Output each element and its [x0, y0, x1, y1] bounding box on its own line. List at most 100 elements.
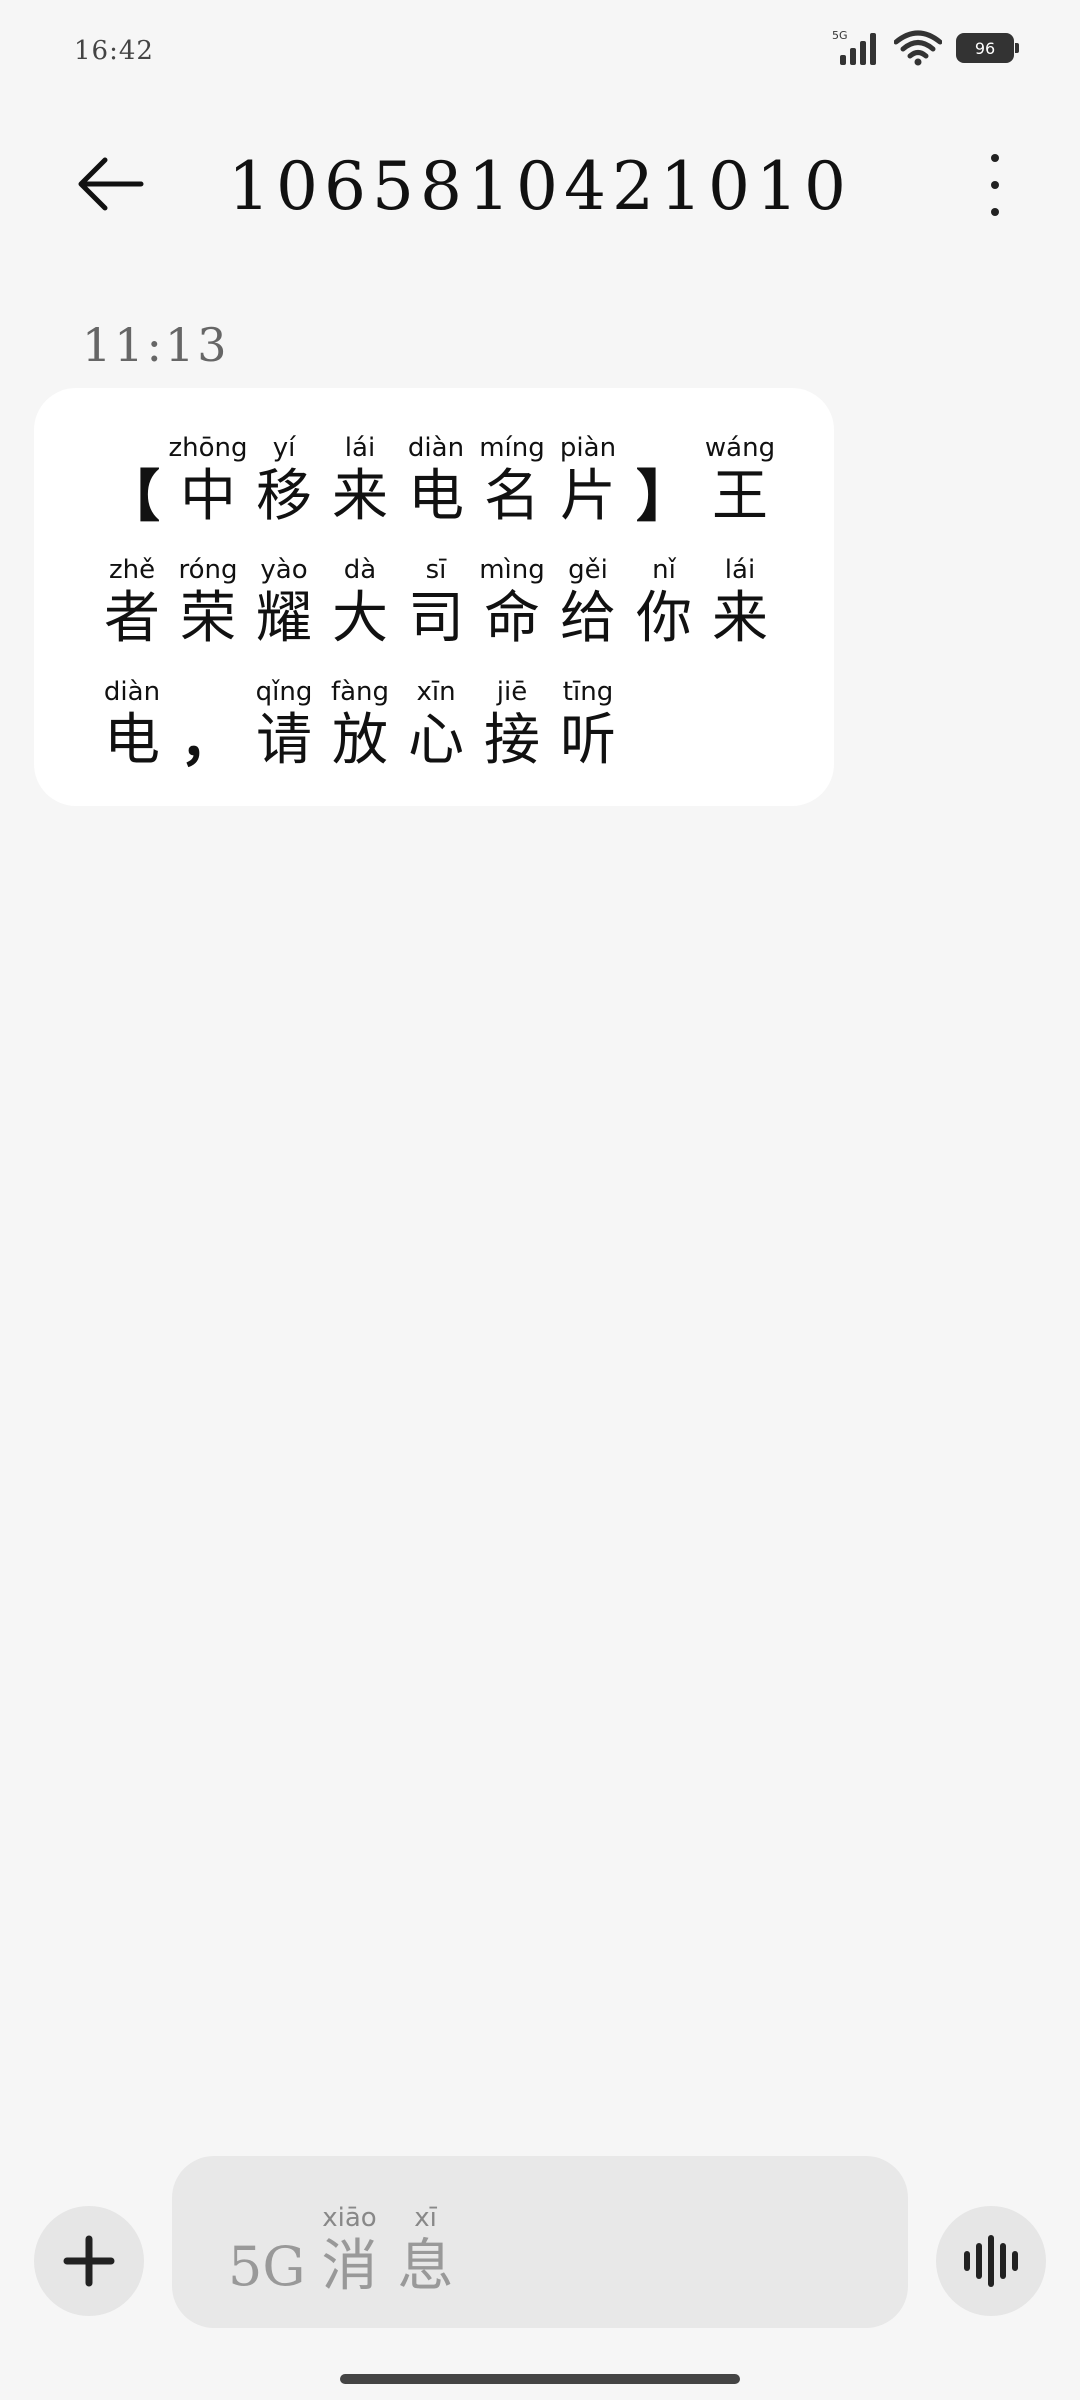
pinyin-annotation: wáng [704, 433, 776, 463]
pinyin-annotation: lái [724, 555, 756, 585]
ruby-char: 】 [626, 432, 702, 530]
hanzi-char: 来 [712, 586, 768, 651]
hanzi-char: 命 [484, 586, 540, 651]
hanzi-char: 来 [332, 464, 388, 529]
pinyin-annotation: míng [479, 433, 545, 463]
pinyin-annotation: zhōng [168, 433, 248, 463]
hanzi-char: 息 [397, 2234, 454, 2299]
hanzi-char: 心 [408, 708, 464, 773]
message-bubble[interactable]: 【zhōng 中 yí 移 lái 来 diàn 电 míng 名 piàn 片】 wáng 王 zhě 者… [34, 388, 834, 806]
hanzi-char: 耀 [256, 586, 312, 651]
ruby-char: diàn 电 [398, 432, 474, 530]
voice-wave-icon [964, 2235, 1018, 2287]
ruby-char: lái 来 [322, 432, 398, 530]
ruby-char: róng 荣 [170, 554, 246, 652]
ruby-char: lái 来 [702, 554, 778, 652]
ruby-char: yào 耀 [246, 554, 322, 652]
ruby-char: sī 司 [398, 554, 474, 652]
pinyin-annotation: yào [260, 555, 308, 585]
hanzi-char: ， [180, 708, 236, 774]
hanzi-char: 【 [104, 464, 160, 530]
message-line-3: diàn 电， qǐng 请 fàng 放 xīn 心 jiē 接 tīng 听 [94, 676, 626, 774]
hanzi-char: 荣 [180, 586, 236, 651]
message-line-2: zhě 者 róng 荣 yào 耀 dà 大 sī 司 mìng 命 gěi 给 nǐ 你 lái 来 [94, 554, 778, 652]
pinyin-annotation: diàn [103, 677, 161, 707]
network-label: 5G [832, 29, 848, 42]
pinyin-annotation: jiē [496, 677, 528, 707]
pinyin-annotation: diàn [407, 433, 465, 463]
ruby-char: piàn 片 [550, 432, 626, 530]
pinyin-annotation: mìng [479, 555, 545, 585]
signal-icon: 5G [832, 29, 880, 65]
input-placeholder: 5G xiāo 消 xī 息 [228, 2202, 464, 2300]
pinyin-annotation: zhě [108, 555, 156, 585]
wifi-icon [893, 30, 943, 66]
status-icons: 5G 96 [832, 29, 1019, 66]
more-vertical-icon [991, 154, 999, 162]
voice-input-button[interactable] [936, 2206, 1046, 2316]
hanzi-char: 移 [256, 464, 312, 529]
hanzi-char: 消 [321, 2234, 378, 2299]
conversation-title: 1065810421010 [228, 148, 852, 225]
hanzi-char: 给 [560, 586, 616, 651]
hanzi-char: 】 [636, 464, 692, 530]
status-time: 16:42 [74, 36, 154, 66]
ruby-char: jiē 接 [474, 676, 550, 774]
hanzi-char: 司 [408, 586, 464, 651]
ruby-char: xiāo 消 [312, 2202, 388, 2300]
pinyin-annotation: fàng [330, 677, 390, 707]
pinyin-annotation: xī [414, 2203, 437, 2233]
ruby-char: diàn 电 [94, 676, 170, 774]
pinyin-annotation: dà [343, 555, 377, 585]
hanzi-char: 请 [256, 708, 312, 773]
hanzi-char: 中 [180, 464, 236, 529]
placeholder-chars: xiāo 消 xī 息 [312, 2202, 464, 2300]
ruby-char: xīn 心 [398, 676, 474, 774]
ruby-char: zhōng 中 [168, 432, 248, 530]
ruby-char: míng 名 [474, 432, 550, 530]
pinyin-annotation: gěi [568, 555, 608, 585]
ruby-char: dà 大 [322, 554, 398, 652]
battery-icon: 96 [956, 33, 1019, 63]
hanzi-char: 王 [712, 464, 768, 529]
pinyin-annotation: tīng [562, 677, 614, 707]
ruby-char: wáng 王 [702, 432, 778, 530]
ruby-char: mìng 命 [474, 554, 550, 652]
ruby-char: yí 移 [246, 432, 322, 530]
plus-icon [63, 2235, 115, 2287]
pinyin-annotation: nǐ [652, 555, 676, 585]
conversation-header: 1065810421010 [0, 130, 1080, 240]
hanzi-char: 片 [560, 464, 616, 529]
status-bar: 16:42 5G 96 [0, 0, 1080, 110]
ruby-char: ， [170, 676, 246, 774]
pinyin-annotation: sī [425, 555, 447, 585]
pinyin-annotation: xīn [416, 677, 456, 707]
pinyin-annotation: piàn [559, 433, 617, 463]
hanzi-char: 放 [332, 708, 388, 773]
ruby-char: qǐng 请 [246, 676, 322, 774]
more-options-button[interactable] [970, 150, 1020, 220]
ruby-char: zhě 者 [94, 554, 170, 652]
hanzi-char: 者 [104, 586, 160, 651]
add-attachment-button[interactable] [34, 2206, 144, 2316]
ruby-char: fàng 放 [322, 676, 398, 774]
pinyin-annotation: qǐng [255, 677, 313, 707]
ruby-char: gěi 给 [550, 554, 626, 652]
pinyin-annotation: xiāo [322, 2203, 377, 2233]
hanzi-char: 大 [332, 586, 388, 651]
ruby-char: tīng 听 [550, 676, 626, 774]
placeholder-prefix: 5G [228, 2235, 306, 2298]
message-line-1: 【zhōng 中 yí 移 lái 来 diàn 电 míng 名 piàn 片】 wáng 王 [94, 432, 778, 530]
hanzi-char: 接 [484, 708, 540, 773]
message-timestamp: 11:13 [82, 318, 230, 372]
ruby-char: xī 息 [388, 2202, 464, 2300]
pinyin-annotation: yí [272, 433, 296, 463]
message-input[interactable]: 5G xiāo 消 xī 息 [172, 2156, 908, 2328]
hanzi-char: 电 [104, 708, 160, 773]
message-screen: 16:42 5G 96 1065810421010 11:13 【 zhōng … [0, 0, 1080, 2400]
ruby-char: nǐ 你 [626, 554, 702, 652]
hanzi-char: 电 [408, 464, 464, 529]
pinyin-annotation: róng [178, 555, 238, 585]
home-indicator[interactable] [340, 2374, 740, 2384]
hanzi-char: 你 [636, 586, 692, 651]
